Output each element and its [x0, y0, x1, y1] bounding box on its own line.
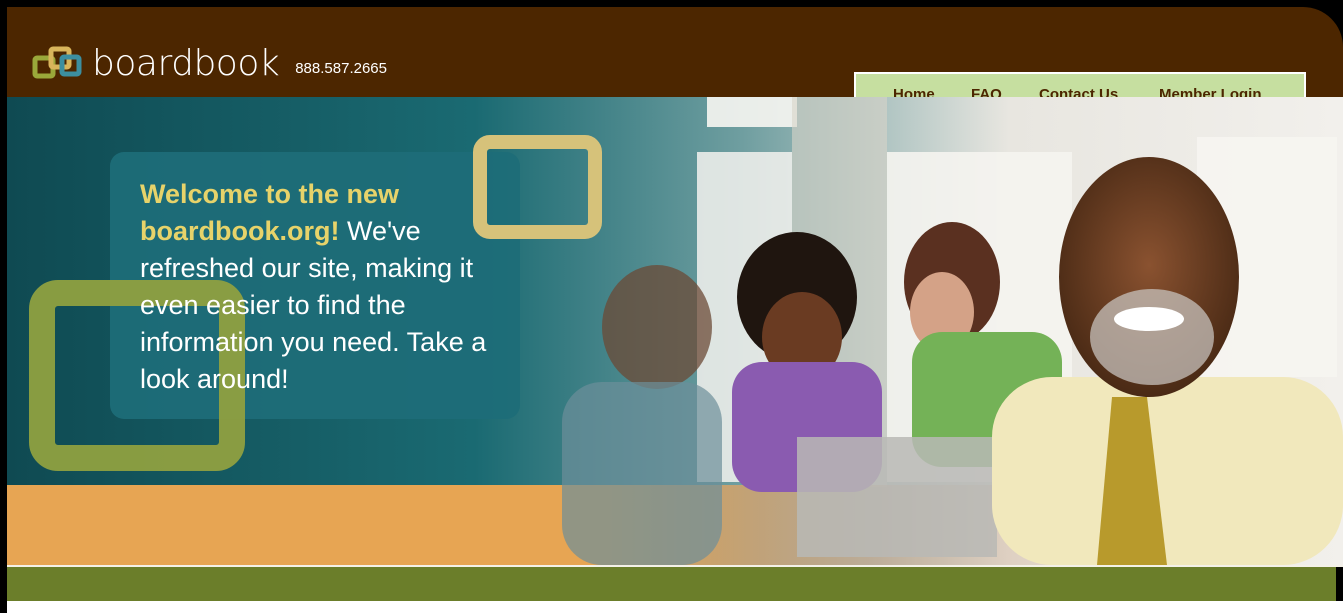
- hero-banner: Welcome to the new boardbook.org! We've …: [7, 97, 1343, 565]
- site-logo[interactable]: boardbook 888.587.2665: [32, 44, 387, 84]
- welcome-message: Welcome to the new boardbook.org! We've …: [140, 176, 500, 398]
- phone-number: 888.587.2665: [295, 59, 387, 77]
- logo-squares-icon: [32, 45, 90, 83]
- content-band: [7, 567, 1336, 601]
- logo-wordmark: boardbook: [92, 43, 280, 84]
- page-bottom: [7, 601, 1343, 613]
